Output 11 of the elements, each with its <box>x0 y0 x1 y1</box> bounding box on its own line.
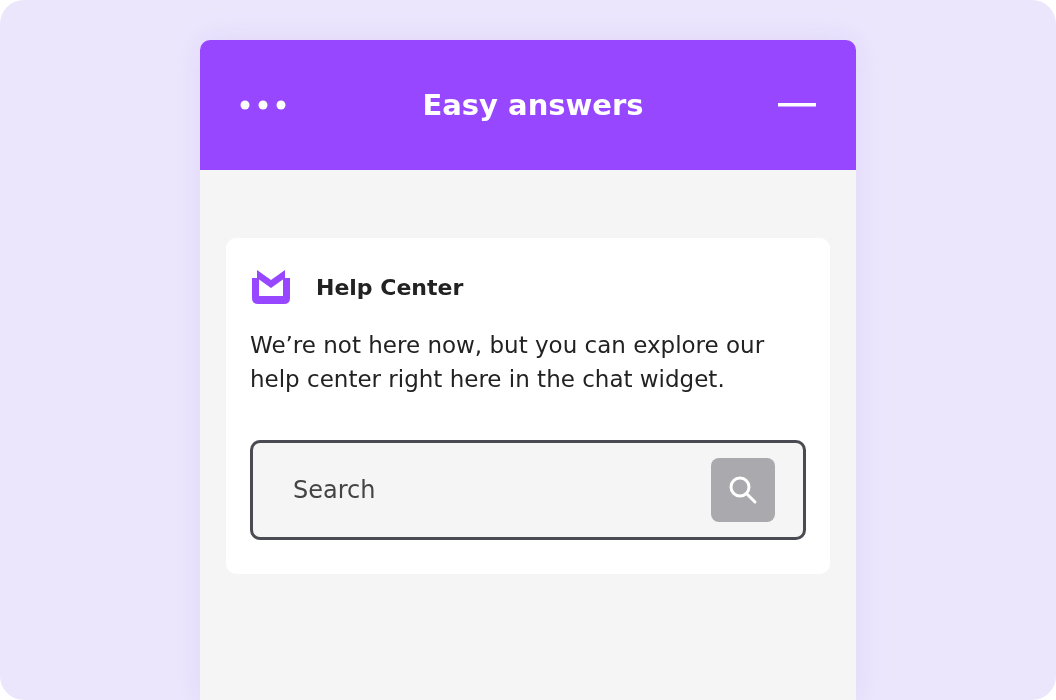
more-icon <box>240 100 288 110</box>
more-button[interactable] <box>240 100 288 110</box>
minimize-button[interactable] <box>778 103 816 107</box>
card-title: Help Center <box>316 274 464 300</box>
minimize-icon <box>778 103 816 107</box>
search-input[interactable]: Search <box>291 475 711 505</box>
widget-title: Easy answers <box>422 88 644 122</box>
search-field[interactable]: Search <box>250 440 806 540</box>
book-icon <box>250 268 292 306</box>
card-message: We’re not here now, but you can explore our help center right here in the chat widget. <box>250 331 766 394</box>
search-button[interactable] <box>711 458 775 522</box>
